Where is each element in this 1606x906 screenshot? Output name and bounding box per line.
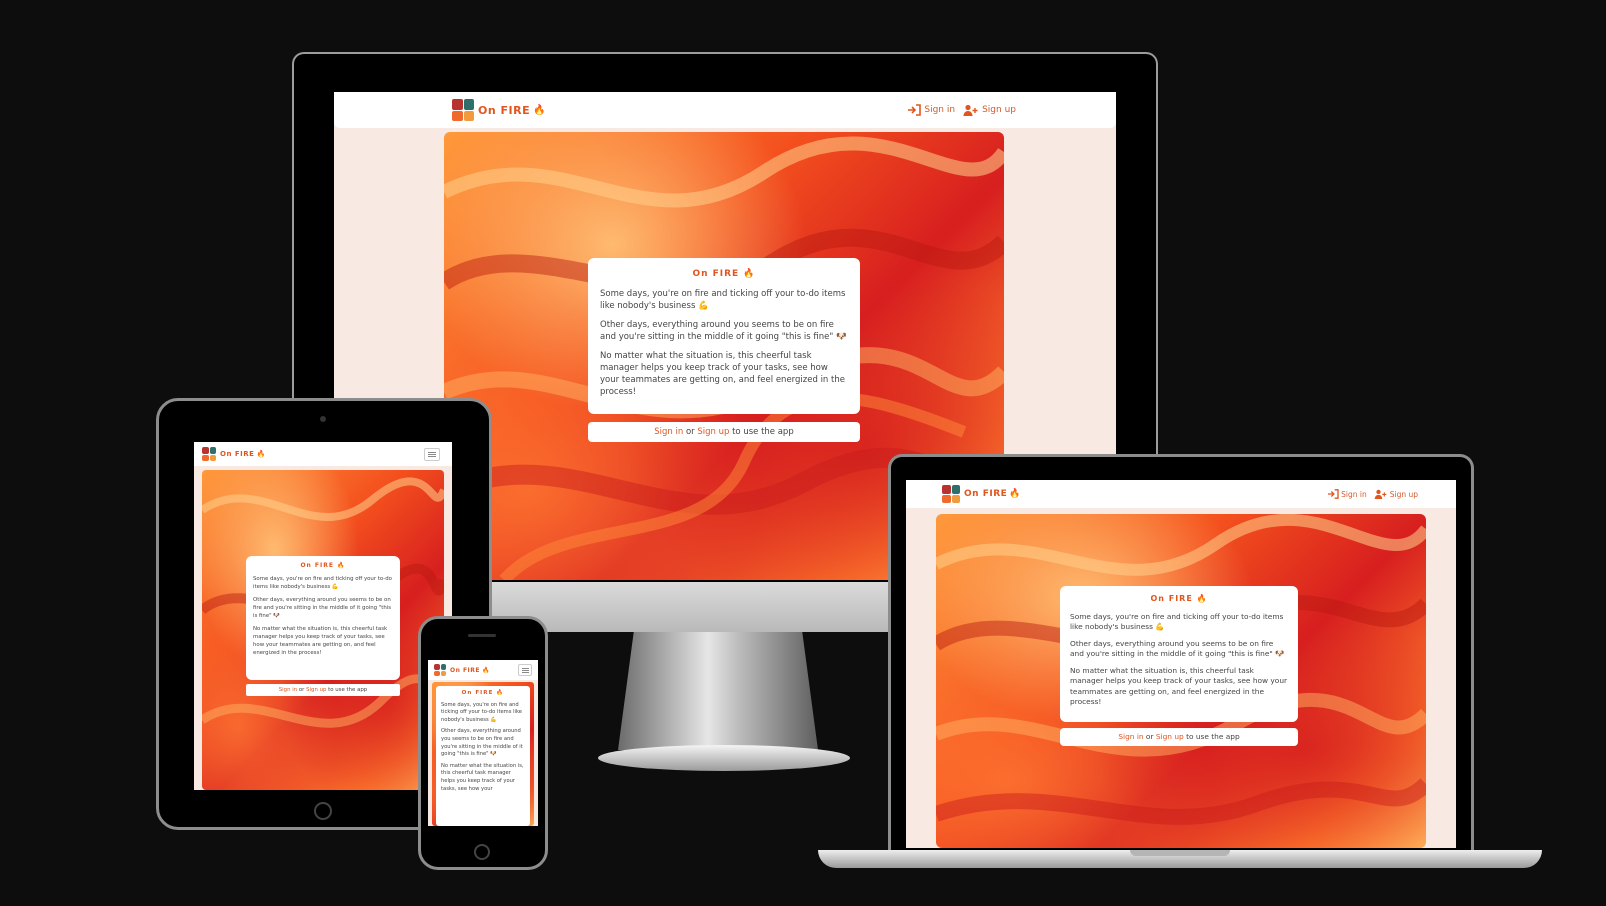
phone-hero-background: On FIRE 🔥 Some days, you're on fire and … [432, 682, 534, 826]
phone-screen: On FIRE 🔥 On FIRE 🔥 Some days, you're on… [428, 660, 538, 826]
laptop-card-paragraph-2: Other days, everything around you seems … [1070, 638, 1285, 659]
tablet-intro-card: On FIRE 🔥 Some days, you're on fire and … [246, 556, 400, 680]
laptop-brand-name: On FIRE [964, 489, 1008, 499]
nav-links: Sign in Sign up [907, 104, 1016, 116]
laptop-brand-link[interactable]: On FIRE 🔥 [942, 485, 1021, 503]
four-square-logo-icon [202, 447, 216, 461]
navbar: On FIRE 🔥 Sign in Sign up [334, 92, 1116, 128]
sign-in-label: Sign in [924, 105, 956, 115]
laptop-sign-up-label: Sign up [1389, 489, 1418, 499]
cta-sign-in-link[interactable]: Sign in [654, 427, 683, 437]
laptop-navbar: On FIRE 🔥 Sign in Sign up [906, 480, 1456, 508]
phone-card-paragraph-3: No matter what the situation is, this ch… [441, 762, 524, 792]
laptop-card-paragraph-1: Some days, you're on fire and ticking of… [1070, 611, 1284, 632]
sign-in-icon [1328, 489, 1339, 499]
tablet-card-paragraph-3: No matter what the situation is, this ch… [253, 626, 388, 656]
tablet-navbar: On FIRE 🔥 [194, 442, 452, 466]
phone-card-paragraph-2: Other days, everything around you seems … [441, 728, 523, 758]
hamburger-icon[interactable] [424, 447, 440, 461]
tablet-cta-sign-in-link[interactable]: Sign in [279, 687, 297, 693]
phone-home-button [474, 844, 490, 860]
laptop-intro-card: On FIRE 🔥 Some days, you're on fire and … [1060, 586, 1298, 722]
tablet-screen: On FIRE 🔥 On FIRE 🔥 Some days, you're on… [194, 442, 452, 790]
phone-card-paragraph-1: Some days, you're on fire and ticking of… [441, 701, 522, 723]
laptop-cta-sign-in-link[interactable]: Sign in [1118, 732, 1143, 741]
tablet-hero-background: On FIRE 🔥 Some days, you're on fire and … [202, 470, 444, 790]
phone-brand-link[interactable]: On FIRE 🔥 [434, 664, 490, 676]
laptop-card-paragraph-3: No matter what the situation is, this ch… [1070, 665, 1288, 707]
laptop-hero-background: On FIRE 🔥 Some days, you're on fire and … [936, 514, 1426, 848]
laptop: On FIRE 🔥 Sign in Sign up On FIRE 🔥 Some… [818, 454, 1542, 874]
laptop-cta-or: or [1145, 732, 1154, 741]
phone-brand-name: On FIRE [450, 666, 481, 674]
sign-in-link[interactable]: Sign in [907, 104, 955, 116]
phone-card-title: On FIRE 🔥 [461, 690, 505, 696]
four-square-logo-icon [452, 99, 474, 121]
tablet-card-paragraph-1: Some days, you're on fire and ticking of… [253, 576, 392, 590]
fire-icon: 🔥 [256, 450, 266, 458]
add-user-icon [963, 104, 978, 116]
laptop-card-title: On FIRE 🔥 [1150, 594, 1208, 603]
card-paragraph-1: Some days, you're on fire and ticking of… [600, 289, 846, 311]
laptop-cta-bar: Sign in or Sign up to use the app [1060, 728, 1298, 746]
tablet-cta-sign-up-link[interactable]: Sign up [306, 687, 326, 693]
brand-name: On FIRE [478, 103, 531, 117]
add-user-icon [1374, 489, 1387, 499]
laptop-sign-in-link[interactable]: Sign in [1327, 489, 1367, 499]
tablet-cta-bar: Sign in or Sign up to use the app [246, 684, 400, 696]
tablet-camera [320, 416, 326, 422]
cta-bar: Sign in or Sign up to use the app [588, 422, 860, 442]
fire-icon: 🔥 [1009, 489, 1021, 499]
phone-navbar: On FIRE 🔥 [428, 660, 538, 680]
cta-or: or [685, 427, 695, 437]
phone-speaker [468, 634, 496, 637]
card-paragraph-2: Other days, everything around you seems … [600, 320, 847, 342]
monitor-stand-base [598, 745, 850, 771]
four-square-logo-icon [434, 664, 446, 676]
cta-sign-up-link[interactable]: Sign up [697, 427, 729, 437]
card-paragraph-3: No matter what the situation is, this ch… [600, 351, 845, 397]
tablet-brand-link[interactable]: On FIRE 🔥 [202, 447, 265, 461]
laptop-nav-links: Sign in Sign up [1327, 489, 1418, 499]
laptop-cta-sign-up-link[interactable]: Sign up [1156, 732, 1184, 741]
phone: On FIRE 🔥 On FIRE 🔥 Some days, you're on… [418, 616, 548, 870]
fire-icon: 🔥 [533, 104, 546, 116]
fire-icon: 🔥 [482, 666, 490, 674]
laptop-notch [1130, 850, 1230, 856]
tablet-cta-suffix: to use the app [328, 687, 368, 693]
tablet-brand-name: On FIRE [220, 450, 255, 458]
laptop-screen: On FIRE 🔥 Sign in Sign up On FIRE 🔥 Some… [906, 480, 1456, 848]
brand-link[interactable]: On FIRE 🔥 [452, 99, 546, 121]
laptop-sign-up-link[interactable]: Sign up [1374, 489, 1418, 499]
four-square-logo-icon [942, 485, 960, 503]
hamburger-icon[interactable] [518, 664, 532, 676]
sign-up-label: Sign up [982, 105, 1016, 115]
tablet-card-title: On FIRE 🔥 [300, 562, 346, 569]
tablet-card-paragraph-2: Other days, everything around you seems … [253, 597, 392, 619]
tablet-home-button [314, 802, 332, 820]
laptop-cta-suffix: to use the app [1186, 732, 1240, 741]
intro-card: On FIRE 🔥 Some days, you're on fire and … [588, 258, 860, 414]
cta-suffix: to use the app [732, 427, 794, 437]
laptop-sign-in-label: Sign in [1341, 489, 1367, 499]
monitor-stand-neck [618, 630, 818, 750]
sign-in-icon [908, 104, 922, 116]
card-title: On FIRE 🔥 [692, 269, 756, 279]
tablet-cta-or: or [298, 687, 305, 693]
phone-intro-card: On FIRE 🔥 Some days, you're on fire and … [436, 686, 530, 826]
sign-up-link[interactable]: Sign up [963, 104, 1016, 116]
